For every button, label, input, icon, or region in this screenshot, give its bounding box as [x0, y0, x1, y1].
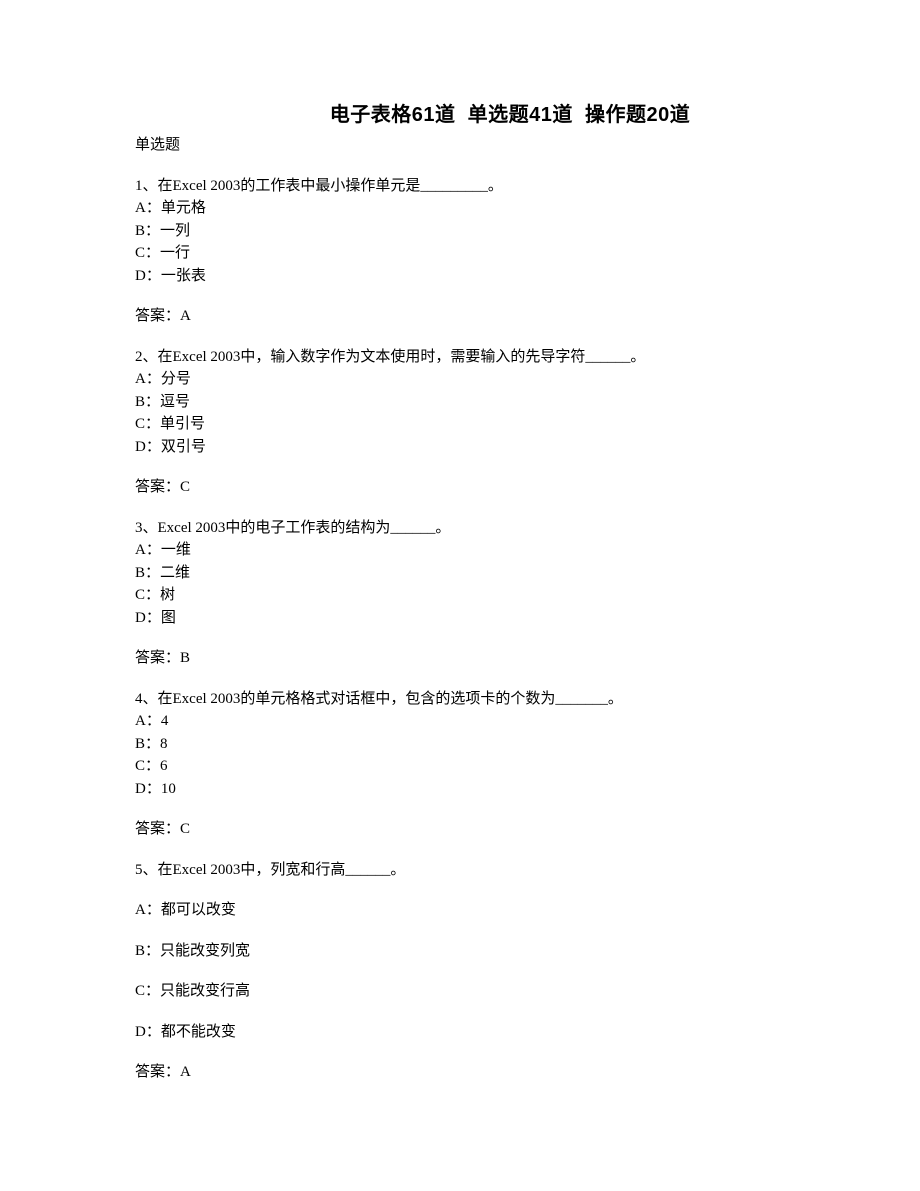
question-answer: 答案：B [135, 647, 785, 670]
question-option: C：单引号 [135, 413, 785, 436]
question-option: D：一张表 [135, 265, 785, 288]
question-option: A：都可以改变 [135, 899, 785, 922]
question-stem: 1、在Excel 2003的工作表中最小操作单元是_________。 [135, 175, 785, 198]
question-option: C：只能改变行高 [135, 980, 785, 1003]
question: 3、Excel 2003中的电子工作表的结构为______。A：一维B：二维C：… [135, 517, 785, 670]
question-stem: 2、在Excel 2003中，输入数字作为文本使用时，需要输入的先导字符____… [135, 346, 785, 369]
question-answer: 答案：C [135, 818, 785, 841]
document-title: 电子表格61道 单选题41道 操作题20道 [135, 100, 785, 130]
question-stem: 5、在Excel 2003中，列宽和行高______。 [135, 859, 785, 882]
question-list: 1、在Excel 2003的工作表中最小操作单元是_________。A：单元格… [135, 175, 785, 1084]
question-option: D：10 [135, 778, 785, 801]
question-option: C：一行 [135, 242, 785, 265]
question-option: A：单元格 [135, 197, 785, 220]
question-option: B：一列 [135, 220, 785, 243]
question-option: A：4 [135, 710, 785, 733]
question: 5、在Excel 2003中，列宽和行高______。 A：都可以改变 B：只能改变… [135, 859, 785, 1084]
question-stem: 3、Excel 2003中的电子工作表的结构为______。 [135, 517, 785, 540]
question-answer: 答案：A [135, 305, 785, 328]
question: 1、在Excel 2003的工作表中最小操作单元是_________。A：单元格… [135, 175, 785, 328]
question-option: A：一维 [135, 539, 785, 562]
question-option: B：8 [135, 733, 785, 756]
question: 4、在Excel 2003的单元格格式对话框中，包含的选项卡的个数为______… [135, 688, 785, 841]
document-page: 电子表格61道 单选题41道 操作题20道 单选题 1、在Excel 2003的… [0, 0, 920, 1191]
question-option: A：分号 [135, 368, 785, 391]
section-label: 单选题 [135, 134, 785, 157]
question-option: D：都不能改变 [135, 1021, 785, 1044]
question: 2、在Excel 2003中，输入数字作为文本使用时，需要输入的先导字符____… [135, 346, 785, 499]
question-option: C：树 [135, 584, 785, 607]
question-option: B：只能改变列宽 [135, 940, 785, 963]
question-option: B：逗号 [135, 391, 785, 414]
question-option: B：二维 [135, 562, 785, 585]
question-option: C：6 [135, 755, 785, 778]
question-option: D：图 [135, 607, 785, 630]
question-stem: 4、在Excel 2003的单元格格式对话框中，包含的选项卡的个数为______… [135, 688, 785, 711]
question-option: D：双引号 [135, 436, 785, 459]
question-answer: 答案：A [135, 1061, 785, 1084]
question-answer: 答案：C [135, 476, 785, 499]
